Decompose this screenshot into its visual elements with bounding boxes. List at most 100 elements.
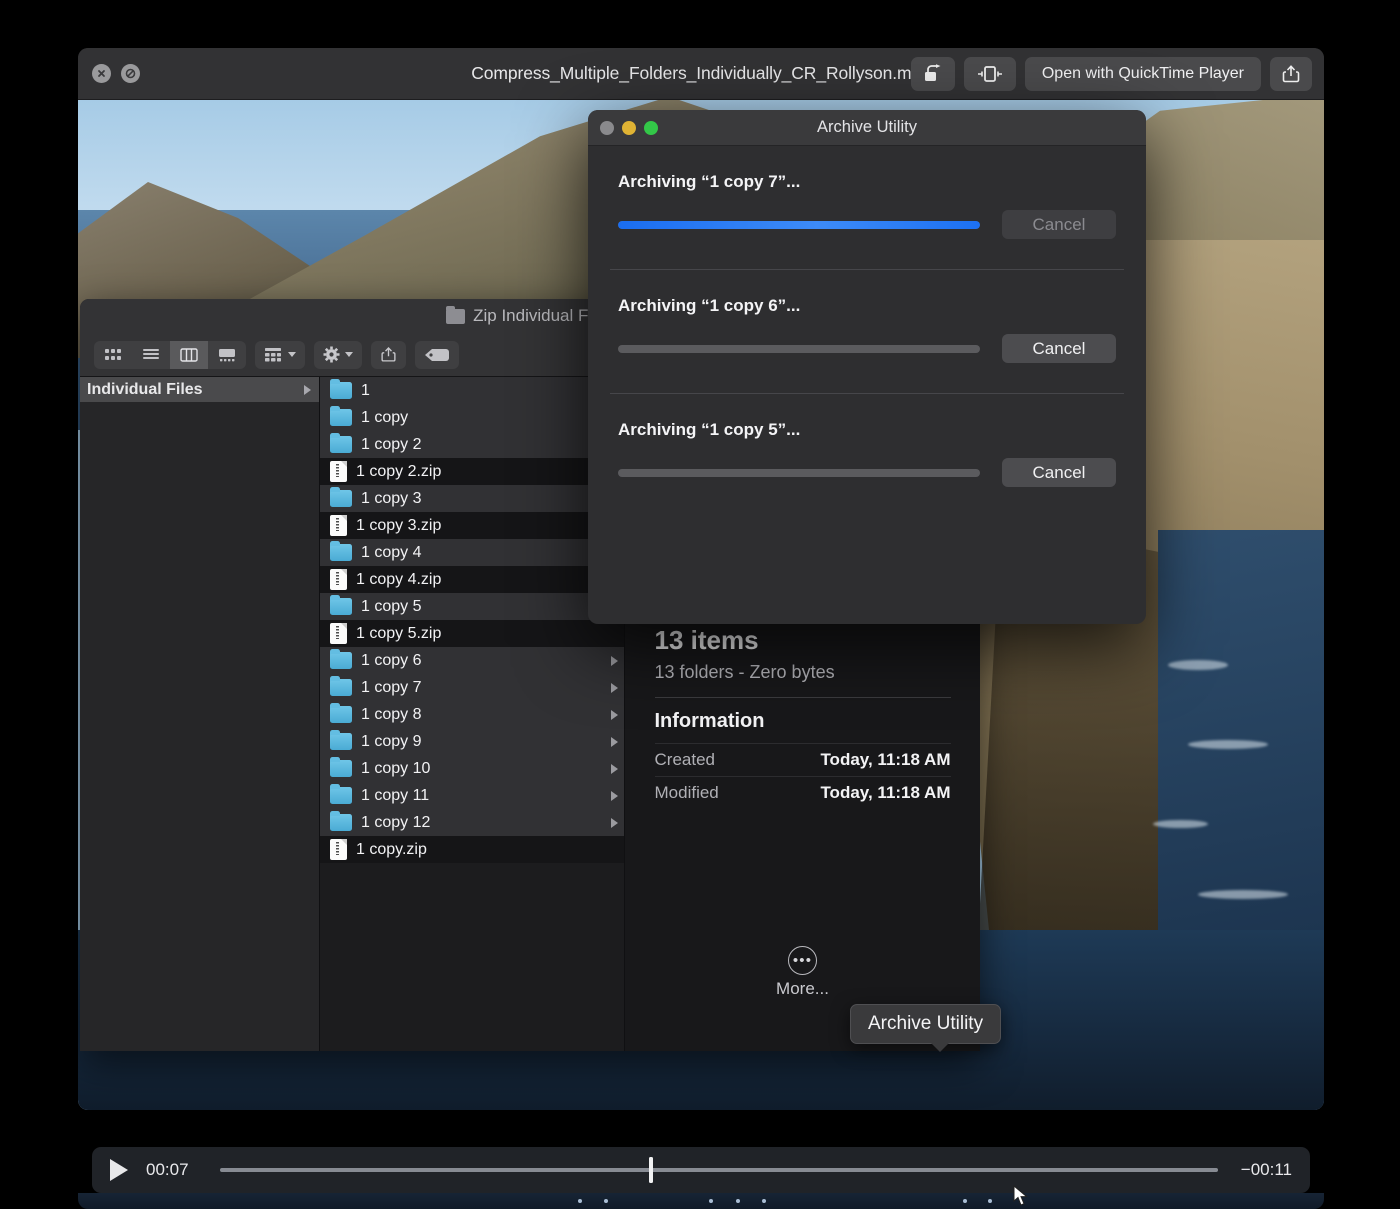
file-name-label: 1 copy 9 bbox=[361, 732, 422, 750]
ellipsis-circle-icon: ••• bbox=[788, 946, 817, 975]
zip-file-icon bbox=[330, 839, 347, 860]
folder-icon bbox=[330, 378, 352, 399]
folder-icon bbox=[330, 432, 352, 453]
file-row[interactable]: 1 copy bbox=[320, 404, 624, 431]
view-mode-segmented-control[interactable] bbox=[94, 340, 246, 369]
file-name-label: 1 copy 5.zip bbox=[356, 624, 442, 642]
chevron-right-icon bbox=[611, 763, 618, 774]
trim-icon[interactable] bbox=[963, 57, 1016, 91]
chevron-right-icon bbox=[611, 682, 618, 693]
open-with-quicktime-button[interactable]: Open with QuickTime Player bbox=[1024, 57, 1261, 91]
file-row[interactable]: 1 copy 8 bbox=[320, 701, 624, 728]
dock-tooltip: Archive Utility bbox=[850, 1004, 1002, 1052]
preview-information-heading: Information bbox=[654, 710, 765, 732]
archive-task: Archiving “1 copy 7”... Cancel bbox=[588, 146, 1146, 239]
file-name-label: 1 copy 3 bbox=[361, 489, 422, 507]
play-icon[interactable] bbox=[110, 1159, 128, 1181]
surf-foam bbox=[1188, 740, 1268, 749]
scrubber-track[interactable] bbox=[220, 1157, 1218, 1183]
folder-icon bbox=[330, 594, 352, 615]
archive-titlebar: Archive Utility bbox=[588, 110, 1146, 146]
share-button[interactable] bbox=[371, 340, 406, 369]
playback-controls: 00:07 −00:11 bbox=[92, 1147, 1310, 1193]
file-row[interactable]: 1 copy 9 bbox=[320, 728, 624, 755]
file-name-label: 1 copy 4.zip bbox=[356, 570, 442, 588]
icon-view-button[interactable] bbox=[94, 341, 132, 369]
folder-icon bbox=[330, 405, 352, 426]
folder-icon bbox=[330, 648, 352, 669]
file-row[interactable]: 1 copy 3.zip bbox=[320, 512, 624, 539]
chevron-down-icon bbox=[288, 352, 296, 357]
preview-info-value: Today, 11:18 AM bbox=[820, 783, 951, 802]
file-row[interactable]: 1 copy 2 bbox=[320, 431, 624, 458]
folder-icon bbox=[330, 729, 352, 750]
file-name-label: 1 copy 12 bbox=[361, 813, 431, 831]
file-name-label: 1 bbox=[361, 381, 370, 399]
rotate-icon[interactable] bbox=[910, 57, 955, 91]
file-row[interactable]: 1 copy 7 bbox=[320, 674, 624, 701]
tag-button[interactable] bbox=[415, 340, 459, 369]
gallery-view-button[interactable] bbox=[208, 341, 246, 369]
file-name-label: 1 copy bbox=[361, 408, 409, 426]
preview-info-row: Modified Today, 11:18 AM bbox=[654, 776, 951, 809]
folder-icon bbox=[330, 810, 352, 831]
dock-running-dot bbox=[736, 1199, 740, 1203]
zip-file-icon bbox=[330, 461, 347, 482]
folder-icon bbox=[330, 783, 352, 804]
dock-running-dot bbox=[604, 1199, 608, 1203]
file-name-label: 1 copy 3.zip bbox=[356, 516, 442, 534]
preview-info-key: Modified bbox=[654, 783, 719, 802]
quicklook-toolbar: Open with QuickTime Player bbox=[910, 57, 1312, 91]
file-row[interactable]: 1 copy 6 bbox=[320, 647, 624, 674]
preview-info-block: 13 items 13 folders - Zero bytes Informa… bbox=[654, 625, 951, 809]
file-row[interactable]: 1 copy 2.zip bbox=[320, 458, 624, 485]
finder-sidebar-column: Individual Files bbox=[80, 377, 320, 1051]
file-row[interactable]: 1 copy 12 bbox=[320, 809, 624, 836]
file-row[interactable]: 1 copy 4 bbox=[320, 539, 624, 566]
file-row[interactable]: 1 copy 10 bbox=[320, 755, 624, 782]
close-icon[interactable] bbox=[92, 64, 111, 83]
file-row[interactable]: 1 copy 11 bbox=[320, 782, 624, 809]
archive-utility-dialog: Archive Utility Archiving “1 copy 7”... C… bbox=[588, 110, 1146, 624]
file-row[interactable]: 1 copy 5 bbox=[320, 593, 624, 620]
column-view-button[interactable] bbox=[170, 340, 208, 369]
file-name-label: 1 copy 10 bbox=[361, 759, 431, 777]
folder-icon bbox=[330, 702, 352, 723]
file-row[interactable]: 1 copy 4.zip bbox=[320, 566, 624, 593]
preview-more-button[interactable]: ••• More... bbox=[625, 946, 980, 999]
file-row[interactable]: 1 copy 3 bbox=[320, 485, 624, 512]
share-icon[interactable] bbox=[1270, 57, 1312, 91]
file-name-label: 1 copy 5 bbox=[361, 597, 422, 615]
mouse-cursor bbox=[1013, 1185, 1028, 1206]
playhead-handle[interactable] bbox=[649, 1157, 654, 1183]
preview-item-count: 13 items bbox=[654, 625, 759, 655]
sidebar-item-individual-files[interactable]: Individual Files bbox=[80, 377, 319, 402]
preview-more-label: More... bbox=[776, 979, 829, 998]
chevron-right-icon bbox=[304, 384, 311, 395]
group-by-button[interactable] bbox=[255, 340, 305, 369]
archive-task-label: Archiving “1 copy 6”... bbox=[618, 296, 801, 315]
dock-running-dot bbox=[762, 1199, 766, 1203]
file-name-label: 1 copy 2 bbox=[361, 435, 422, 453]
list-view-button[interactable] bbox=[132, 341, 170, 369]
dock-running-dot bbox=[988, 1199, 992, 1203]
preview-info-rows: Created Today, 11:18 AM Modified Today, 11:… bbox=[654, 743, 951, 809]
file-row[interactable]: 1 copy 5.zip bbox=[320, 620, 624, 647]
archive-task-list: Archiving “1 copy 7”... Cancel Archiving “… bbox=[588, 146, 1146, 487]
dock-strip[interactable] bbox=[78, 1185, 1324, 1209]
archive-task: Archiving “1 copy 5”... Cancel bbox=[588, 394, 1146, 487]
file-row[interactable]: 1 copy.zip bbox=[320, 836, 624, 863]
action-gear-button[interactable] bbox=[314, 340, 362, 369]
zip-file-icon bbox=[330, 569, 347, 590]
folder-icon bbox=[330, 540, 352, 561]
file-row[interactable]: 1 bbox=[320, 377, 624, 404]
current-time-label: 00:07 bbox=[146, 1160, 189, 1179]
folder-icon bbox=[330, 675, 352, 696]
preview-info-value: Today, 11:18 AM bbox=[820, 750, 951, 769]
no-entry-icon[interactable] bbox=[121, 64, 140, 83]
file-name-label: 1 copy 8 bbox=[361, 705, 422, 723]
file-name-label: 1 copy 2.zip bbox=[356, 462, 442, 480]
cancel-button[interactable]: Cancel bbox=[1002, 458, 1116, 487]
surf-foam bbox=[1153, 820, 1208, 828]
cancel-button[interactable]: Cancel bbox=[1002, 334, 1116, 363]
